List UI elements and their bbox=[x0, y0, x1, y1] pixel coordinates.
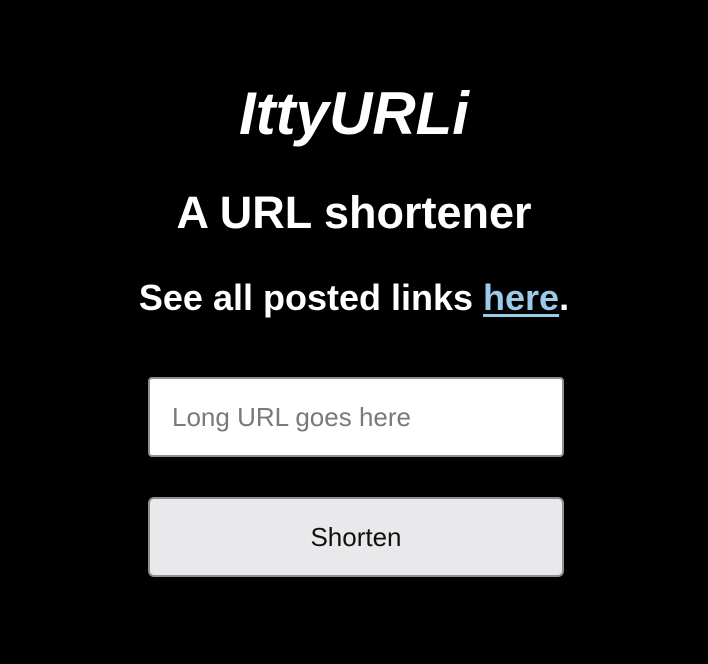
app-title: IttyURLi bbox=[239, 80, 469, 147]
shorten-button[interactable]: Shorten bbox=[148, 497, 564, 577]
long-url-input[interactable] bbox=[148, 377, 564, 457]
app-subtitle: A URL shortener bbox=[176, 187, 532, 238]
posted-links-link[interactable]: here bbox=[483, 277, 559, 318]
posted-links-suffix: . bbox=[559, 277, 570, 318]
page: IttyURLi A URL shortener See all posted … bbox=[0, 0, 708, 664]
posted-links-prefix: See all posted links bbox=[138, 277, 484, 318]
posted-links-text: See all posted links here. bbox=[0, 276, 708, 320]
